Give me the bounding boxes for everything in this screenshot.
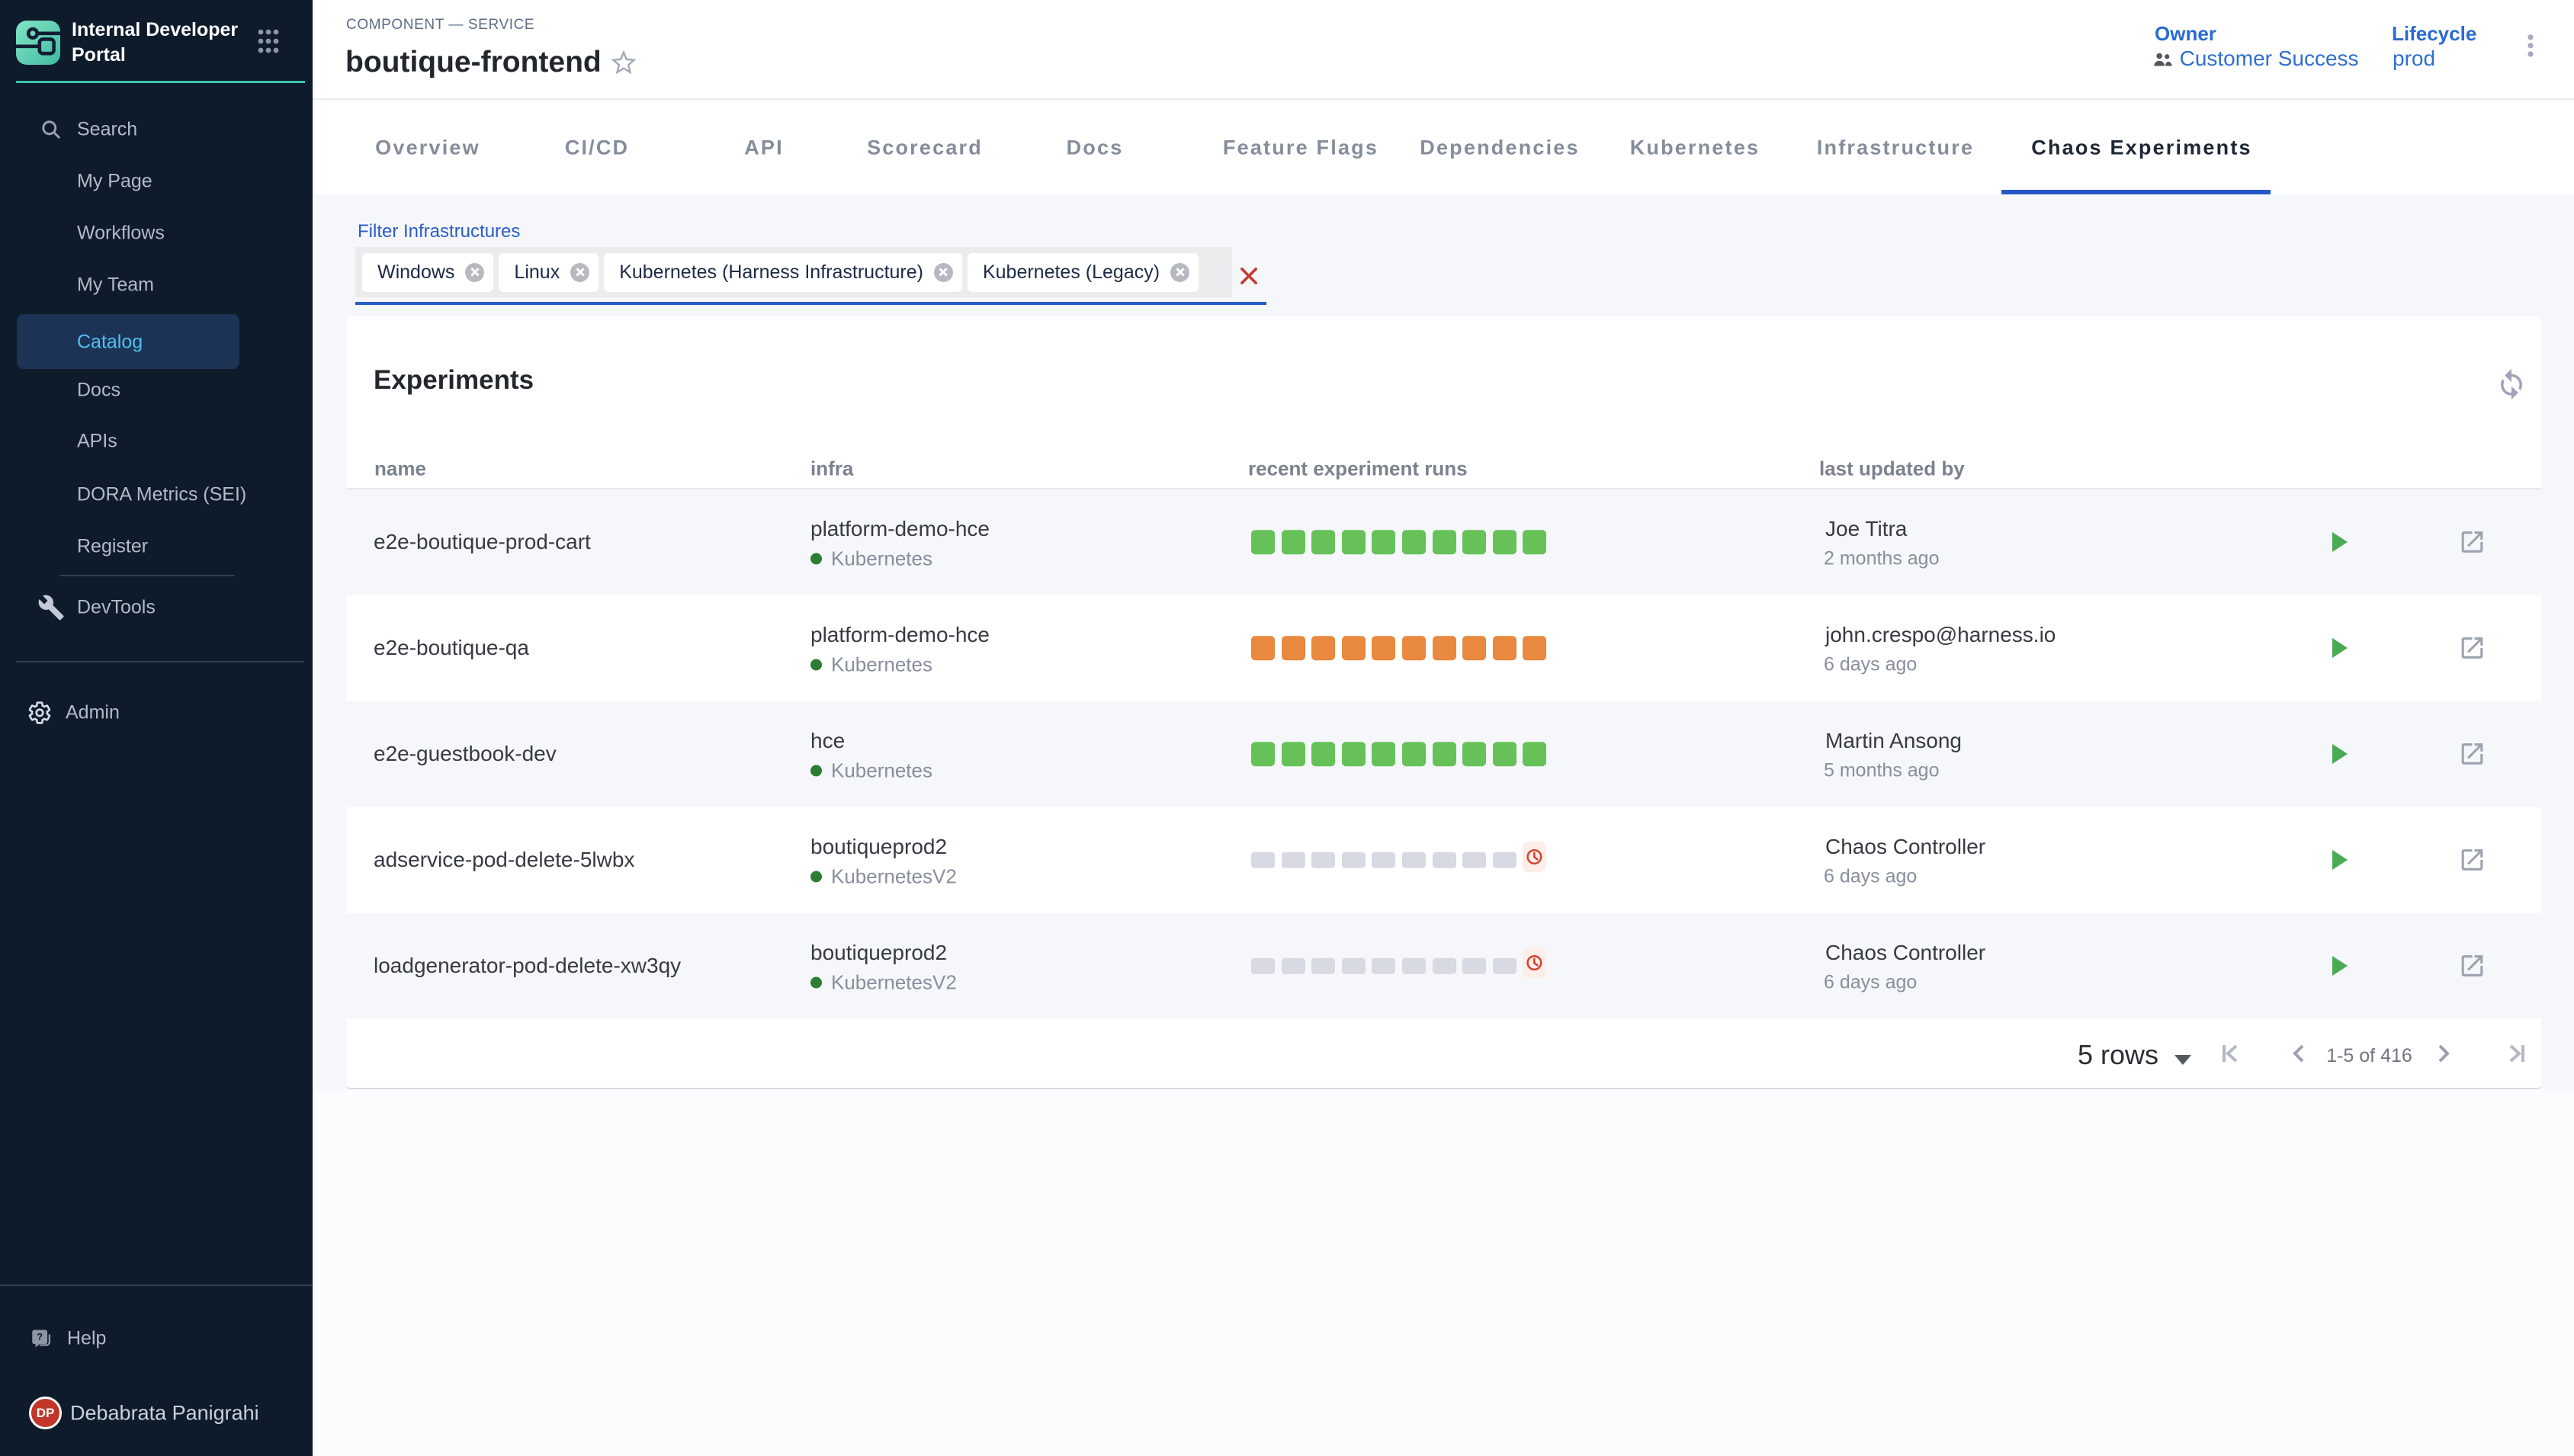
svg-text:?: ? (37, 1331, 43, 1342)
